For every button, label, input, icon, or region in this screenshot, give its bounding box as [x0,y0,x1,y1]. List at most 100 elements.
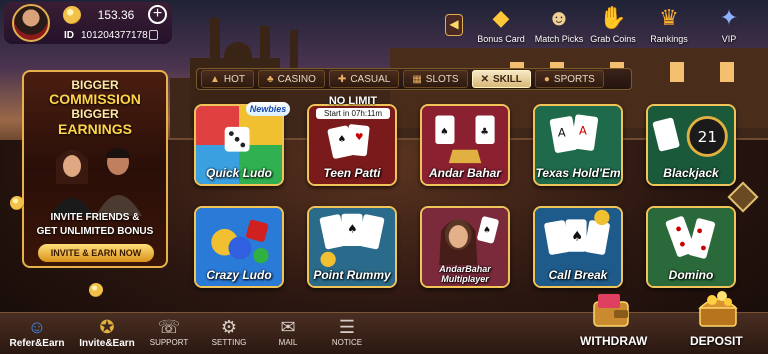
game-tile-crazy-ludo[interactable]: Crazy Ludo [194,206,284,288]
game-name: Point Rummy [313,268,391,282]
avatar[interactable] [12,4,50,42]
tab-slots-label: SLOTS [425,73,459,85]
tab-casual[interactable]: ✚ CASUAL [328,70,400,88]
tab-slots[interactable]: ▦ SLOTS [403,70,468,88]
vip-badge-icon: ✦ [719,5,739,30]
promo-line-1: BIGGER [71,78,119,92]
svg-text:A: A [579,124,587,138]
game-tile-domino[interactable]: Domino [646,206,736,288]
tab-hot-label: HOT [223,73,246,85]
vip-button[interactable]: ✦ VIP [698,4,760,48]
nav-invite-earn-label: Invite&Earn [79,338,135,349]
nav-refer-earn-label: Refer&Earn [9,338,65,349]
promo-line-4: EARNINGS [58,121,132,137]
game-name: Crazy Ludo [206,268,272,282]
coin-icon [89,283,103,297]
coin-icon [10,196,24,210]
svg-text:♣: ♣ [480,127,489,138]
player-id-value: 101204377178 [81,30,148,41]
game-name: Blackjack [663,166,719,180]
nav-invite-earn[interactable]: ✪ Invite&Earn [76,316,138,352]
bonus-card-button[interactable]: ◆ Bonus Card [470,4,532,48]
tab-sports[interactable]: ● SPORTS [534,70,604,88]
nav-mail-label: MAIL [278,338,298,347]
game-name: Domino [668,268,714,282]
promo-people-image [50,148,142,216]
nav-mail[interactable]: ✉ MAIL [266,316,310,352]
bonus-card-label: Bonus Card [477,34,525,44]
game-tile-texas-holdem[interactable]: A A Texas Hold'Em [533,104,623,186]
chevron-left-icon[interactable]: ◀ [445,14,463,36]
treasure-coins-icon: ◆ [492,5,510,30]
svg-text:♠: ♠ [338,134,347,145]
skill-icon: ✕ [480,73,489,85]
game-tile-blackjack[interactable]: 21 Blackjack [646,104,736,186]
tab-casino[interactable]: ♣ CASINO [258,70,325,88]
svg-text:21: 21 [698,128,717,146]
game-name: Texas Hold'Em [535,166,621,180]
treasure-chest-icon [698,291,738,327]
match-picks-icon: ☻ [547,5,571,30]
nav-support[interactable]: ☏ SUPPORT [146,316,192,352]
game-tile-quick-ludo[interactable]: Quick Ludo [194,104,284,186]
invite-earn-now-button[interactable]: INVITE & EARN NOW [38,244,154,262]
svg-text:♠: ♠ [571,229,583,244]
invite-earn-icon: ✪ [99,317,115,337]
nav-support-label: SUPPORT [149,338,189,347]
svg-text:A: A [558,125,566,139]
rankings-label: Rankings [650,34,688,44]
support-chat-icon: ☏ [157,317,181,337]
rankings-button[interactable]: ♛ Rankings [638,4,700,48]
promo-line-3: BIGGER [71,107,119,121]
slots-icon: ▦ [412,73,422,85]
game-name: Teen Patti [323,166,381,180]
casino-icon: ♣ [267,73,274,85]
flame-icon: ▲ [210,73,220,85]
svg-text:♥: ♥ [355,132,364,143]
match-picks-button[interactable]: ☻ Match Picks [528,4,590,48]
wallet-icon [593,294,629,327]
tab-hot[interactable]: ▲ HOT [201,70,255,88]
balance-value: 153.36 [97,8,135,22]
rankings-icon: ♛ [659,5,679,30]
nav-refer-earn[interactable]: ☺ Refer&Earn [8,316,66,352]
start-timer: Start in 07h:11m [316,108,390,119]
game-tile-andarbahar-multiplayer[interactable]: ♠ AndarBahar Multiplayer [420,206,510,288]
promo-invite-line-2: GET UNLIMITED BONUS [36,226,154,237]
promo-line-2: COMMISSION [49,91,141,107]
svg-text:♠: ♠ [483,226,491,236]
category-tab-bar: ▲ HOT ♣ CASINO ✚ CASUAL ▦ SLOTS ✕ SKILL … [196,68,632,90]
deposit-button[interactable]: DEPOSIT [690,334,743,348]
copy-icon[interactable] [149,30,158,40]
ball-icon: ● [543,73,550,85]
notice-icon: ☰ [338,317,356,337]
gear-icon: ⚙ [220,317,238,337]
game-tile-call-break[interactable]: ♠ Call Break [533,206,623,288]
add-balance-button[interactable]: + [148,5,167,24]
tab-skill-label: SKILL [492,73,522,85]
svg-text:♠: ♠ [347,222,357,236]
tab-casual-label: CASUAL [350,73,391,85]
tab-sports-label: SPORTS [553,73,595,85]
gamepad-icon: ✚ [337,73,347,85]
game-tile-point-rummy[interactable]: ♠ Point Rummy [307,206,397,288]
svg-text:♠: ♠ [440,127,449,138]
promo-banner[interactable]: BIGGER COMMISSION BIGGER EARNINGS INVITE… [22,70,168,268]
tab-skill[interactable]: ✕ SKILL [471,70,531,88]
game-tile-andar-bahar[interactable]: ♠ ♣ Andar Bahar [420,104,510,186]
newbies-badge: Newbies [246,102,290,116]
nav-notice[interactable]: ☰ NOTICE [324,316,370,352]
game-name: Andar Bahar [428,166,502,180]
game-name: Call Break [548,268,608,282]
withdraw-button[interactable]: WITHDRAW [580,334,647,348]
player-info-bar: 153.36 + ID 101204377178 [4,2,172,44]
nav-notice-label: NOTICE [331,338,363,347]
nav-setting[interactable]: ⚙ SETTING [206,316,252,352]
mail-icon: ✉ [280,317,296,337]
grab-coins-icon: ✋ [599,5,627,30]
grab-coins-button[interactable]: ✋ Grab Coins [582,4,644,48]
game-name: Quick Ludo [206,166,272,180]
nav-setting-label: SETTING [211,338,247,347]
vip-label: VIP [721,34,737,44]
grab-coins-label: Grab Coins [590,34,636,44]
